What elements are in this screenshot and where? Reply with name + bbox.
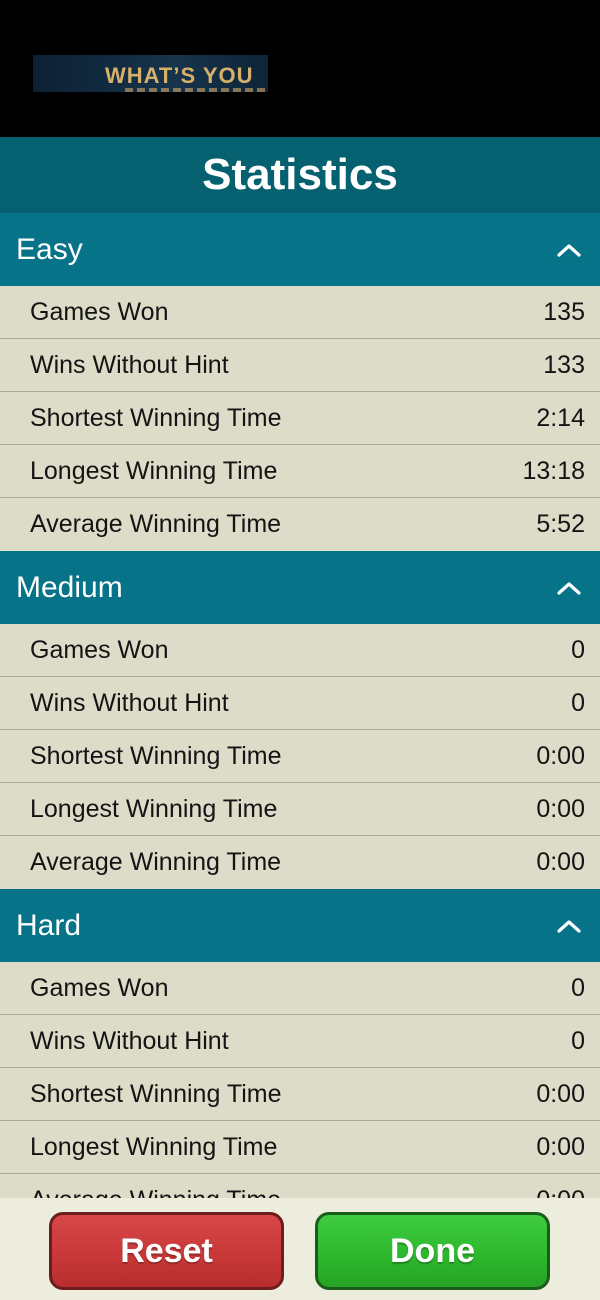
stat-label: Shortest Winning Time [30,1079,282,1108]
stat-row-shortest-winning-time: Shortest Winning Time 0:00 [0,730,600,783]
section-header-hard[interactable]: Hard [0,889,600,962]
stat-row-average-winning-time: Average Winning Time 5:52 [0,498,600,551]
ad-area: WHAT’S YOU [0,0,600,137]
ad-banner[interactable]: WHAT’S YOU [33,55,268,92]
stat-row-games-won: Games Won 0 [0,624,600,677]
ad-banner-text: WHAT’S YOU [105,63,254,88]
section-easy: Easy Games Won 135 Wins Without Hint 133… [0,213,600,551]
chevron-up-icon[interactable] [556,913,582,939]
stat-row-shortest-winning-time: Shortest Winning Time 2:14 [0,392,600,445]
stat-label: Games Won [30,297,169,326]
stat-row-longest-winning-time: Longest Winning Time 0:00 [0,783,600,836]
stat-label: Games Won [30,635,169,664]
reset-button[interactable]: Reset [49,1212,284,1290]
statistics-list[interactable]: Easy Games Won 135 Wins Without Hint 133… [0,213,600,1198]
ad-banner-subline [125,88,265,92]
stat-value: 0 [571,973,585,1002]
stat-label: Average Winning Time [30,510,282,538]
stat-value: 0 [571,688,585,717]
section-title: Easy [16,232,83,266]
chevron-up-icon[interactable] [556,237,582,263]
section-hard: Hard Games Won 0 Wins Without Hint 0 Sho… [0,889,600,1198]
stat-label: Games Won [30,973,169,1002]
section-header-medium[interactable]: Medium [0,551,600,624]
stat-value: 0:00 [536,741,585,770]
page-title: Statistics [202,150,398,199]
section-medium: Medium Games Won 0 Wins Without Hint 0 S… [0,551,600,889]
stat-label: Wins Without Hint [30,688,229,717]
stat-row-games-won: Games Won 135 [0,286,600,339]
section-header-easy[interactable]: Easy [0,213,600,286]
stat-value: 0:00 [536,1132,585,1161]
stat-label: Longest Winning Time [30,1132,278,1161]
stat-label: Wins Without Hint [30,350,229,379]
stat-row-games-won: Games Won 0 [0,962,600,1015]
chevron-up-icon[interactable] [556,575,582,601]
stat-value: 0:00 [536,1079,585,1108]
stat-value: 133 [543,350,585,379]
stat-value: 0 [571,635,585,664]
stat-row-longest-winning-time: Longest Winning Time 0:00 [0,1121,600,1174]
stat-value: 0 [571,1026,585,1055]
button-bar: Reset Done [0,1198,600,1300]
stat-value: 13:18 [522,456,585,485]
section-title: Hard [16,908,82,942]
stat-value: 0:00 [536,794,585,823]
done-button[interactable]: Done [315,1212,550,1290]
stat-value: 135 [543,297,585,326]
stat-row-wins-without-hint: Wins Without Hint 133 [0,339,600,392]
stat-row-wins-without-hint: Wins Without Hint 0 [0,1015,600,1068]
stat-label: Average Winning Time [30,1186,281,1198]
stat-value: 5:52 [536,510,585,538]
stat-label: Shortest Winning Time [30,741,282,770]
stat-value: 0:00 [536,1186,585,1198]
stat-label: Shortest Winning Time [30,403,282,432]
stat-row-wins-without-hint: Wins Without Hint 0 [0,677,600,730]
title-bar: Statistics [0,137,600,213]
stat-row-shortest-winning-time: Shortest Winning Time 0:00 [0,1068,600,1121]
stat-value: 0:00 [536,848,585,876]
stat-label: Longest Winning Time [30,794,278,823]
stat-value: 2:14 [536,403,585,432]
stat-label: Average Winning Time [30,848,282,876]
section-title: Medium [16,570,123,604]
stat-row-average-winning-time: Average Winning Time 0:00 [0,836,600,889]
stat-row-longest-winning-time: Longest Winning Time 13:18 [0,445,600,498]
stat-row-average-winning-time: Average Winning Time 0:00 [0,1174,600,1198]
stat-label: Wins Without Hint [30,1026,229,1055]
stat-label: Longest Winning Time [30,456,278,485]
